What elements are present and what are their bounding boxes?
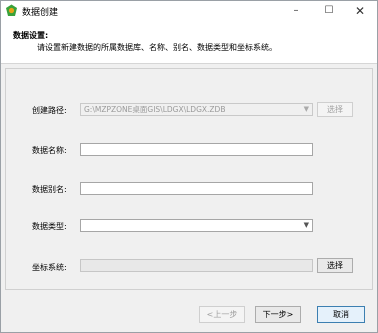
path-label: 创建路径: (32, 106, 67, 115)
name-input[interactable] (80, 143, 313, 156)
dialog-header: 数据设置: 请设置新建数据的所属数据库、名称、别名、数据类型和坐标系统。 (1, 21, 377, 64)
chevron-down-icon: ▼ (303, 221, 309, 229)
prev-button[interactable]: <上一步 (199, 306, 245, 323)
crs-label: 坐标系统: (32, 263, 67, 272)
header-description: 请设置新建数据的所属数据库、名称、别名、数据类型和坐标系统。 (37, 43, 277, 52)
path-select: G:\MZPZONE桌面GIS\LDGX\LDGX.ZDB ▼ (80, 103, 313, 116)
app-logo-icon (6, 4, 17, 16)
content-area: 创建路径: G:\MZPZONE桌面GIS\LDGX\LDGX.ZDB ▼ 选择… (1, 64, 377, 293)
header-title: 数据设置: (13, 31, 49, 40)
type-label: 数据类型: (32, 222, 67, 231)
alias-label: 数据别名: (32, 185, 67, 194)
path-browse-button[interactable]: 选择 (317, 102, 353, 117)
title-bar: 数据创建 – ☐ ✕ (1, 1, 377, 21)
maximize-button[interactable]: ☐ (314, 1, 344, 21)
chevron-down-icon: ▼ (303, 105, 309, 113)
alias-input[interactable] (80, 182, 313, 195)
crs-browse-button[interactable]: 选择 (317, 258, 353, 273)
name-label: 数据名称: (32, 146, 67, 155)
type-select[interactable]: ▼ (80, 219, 313, 232)
settings-panel: 创建路径: G:\MZPZONE桌面GIS\LDGX\LDGX.ZDB ▼ 选择… (5, 68, 373, 290)
close-button[interactable]: ✕ (345, 1, 375, 21)
path-value: G:\MZPZONE桌面GIS\LDGX\LDGX.ZDB (84, 105, 226, 114)
next-button[interactable]: 下一步> (255, 306, 301, 323)
window-title: 数据创建 (22, 8, 59, 18)
crs-field (80, 259, 313, 272)
dialog-window: 数据创建 – ☐ ✕ 数据设置: 请设置新建数据的所属数据库、名称、别名、数据类… (0, 0, 378, 333)
minimize-button[interactable]: – (281, 1, 311, 21)
cancel-button[interactable]: 取消 (317, 306, 365, 323)
dialog-footer: <上一步 下一步> 取消 (1, 293, 377, 332)
